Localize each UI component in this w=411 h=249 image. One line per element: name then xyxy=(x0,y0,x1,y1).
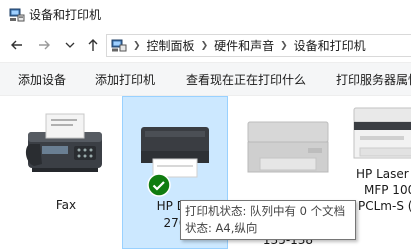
printer-icon xyxy=(247,121,329,173)
breadcrumb-devices-printers[interactable]: 设备和打印机 xyxy=(294,37,366,54)
tooltip-status: 状态: A4,纵向 xyxy=(185,221,258,235)
chevron-down-icon[interactable] xyxy=(62,37,78,53)
device-label-line2: MFP 100 xyxy=(364,183,411,197)
mfp-printer-icon xyxy=(353,107,411,159)
tooltip-printer-status: 打印机状态: 队列中有 0 个文档 xyxy=(185,204,346,218)
back-arrow-icon[interactable] xyxy=(9,37,25,53)
forward-arrow-icon[interactable] xyxy=(36,37,52,53)
add-device-button[interactable]: 添加设备 xyxy=(18,73,66,87)
device-label-line3: PCLm-S ( xyxy=(358,199,411,213)
address-bar[interactable]: ❯ 控制面板 ❯ 硬件和声音 ❯ 设备和打印机 xyxy=(106,34,411,57)
navigation-bar: ❯ 控制面板 ❯ 硬件和声音 ❯ 设备和打印机 xyxy=(0,32,411,60)
device-label: HP Laser xyxy=(356,167,409,181)
print-server-properties-button[interactable]: 打印服务器属性 xyxy=(336,73,411,87)
device-label: Fax xyxy=(55,198,77,212)
device-tooltip: 打印机状态: 队列中有 0 个文档 状态: A4,纵向 xyxy=(180,200,356,240)
command-bar: 添加设备 添加打印机 查看现在正在打印什么 打印服务器属性 xyxy=(0,62,411,96)
devices-printers-icon xyxy=(9,8,25,22)
check-circle-icon xyxy=(147,173,171,197)
device-fax[interactable]: Fax xyxy=(14,96,118,249)
breadcrumb-control-panel[interactable]: 控制面板 xyxy=(147,37,195,54)
breadcrumb-separator-icon[interactable]: ❯ xyxy=(201,41,209,51)
breadcrumb-hardware-sound[interactable]: 硬件和声音 xyxy=(214,37,274,54)
breadcrumb-separator-icon[interactable]: ❯ xyxy=(133,41,141,51)
control-panel-icon xyxy=(111,39,127,51)
see-printing-button[interactable]: 查看现在正在打印什么 xyxy=(186,73,306,87)
breadcrumb-separator-icon[interactable]: ❯ xyxy=(280,41,288,51)
title-bar: 设备和打印机 xyxy=(0,0,411,32)
up-arrow-icon[interactable] xyxy=(85,37,101,53)
window-title: 设备和打印机 xyxy=(29,8,102,22)
add-printer-button[interactable]: 添加打印机 xyxy=(95,73,155,87)
fax-icon xyxy=(25,113,102,172)
